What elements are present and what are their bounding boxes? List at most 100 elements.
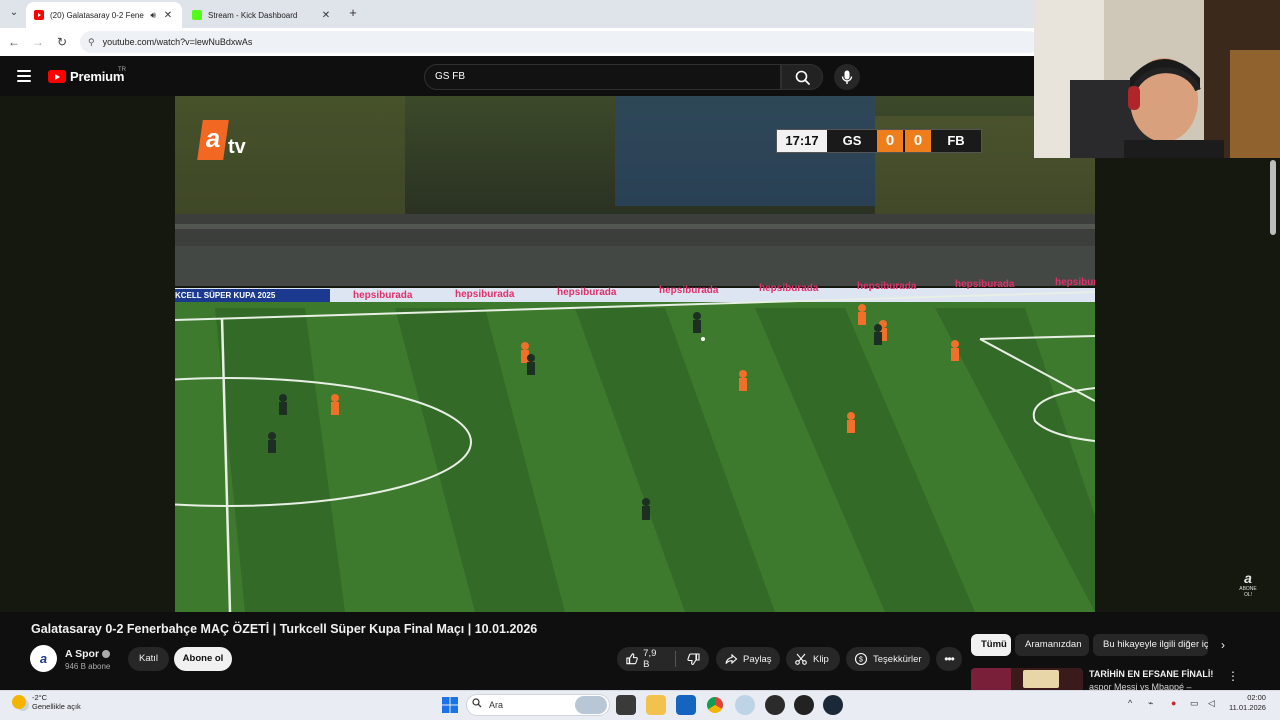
scoreboard: 17:17 GS 0 0 FB xyxy=(776,129,982,153)
close-tab-icon[interactable]: ✕ xyxy=(320,10,332,21)
tab-youtube[interactable]: (20) Galatasaray 0-2 Fenerba 🔊︎ ✕ xyxy=(26,2,182,28)
speaker-icon[interactable]: 🔊︎ xyxy=(150,10,156,21)
thanks-label: Teşekkürler xyxy=(873,653,922,665)
recommendation-subtitle: aspor Messi vs Mbappé – xyxy=(1089,682,1192,690)
share-icon xyxy=(725,653,738,665)
football-match-frame xyxy=(175,96,1095,612)
ad-board-row: KCELL SÜPER KUPA 2025 hepsiburada hepsib… xyxy=(175,277,1095,305)
partly-sunny-icon xyxy=(12,695,26,709)
webcam-overlay xyxy=(1034,0,1280,158)
tab-title: Stream - Kick Dashboard xyxy=(208,10,298,20)
subscribe-button[interactable]: Abone ol xyxy=(174,647,232,671)
youtube-favicon-icon xyxy=(34,10,44,20)
more-horizontal-icon: ••• xyxy=(944,652,955,666)
weather-widget[interactable]: -2°C Genellikle açık xyxy=(12,693,81,711)
clock-time: 02:00 xyxy=(1247,693,1266,702)
app-icon[interactable] xyxy=(794,695,814,715)
youtube-play-icon xyxy=(48,70,66,83)
tab-search-button[interactable]: ⌄ xyxy=(6,5,22,21)
kebab-menu-icon[interactable]: ⋮ xyxy=(1227,668,1239,684)
more-actions-button[interactable]: ••• xyxy=(936,647,962,671)
tab-kick-dashboard[interactable]: Stream - Kick Dashboard ✕ xyxy=(184,2,340,28)
dislike-button[interactable] xyxy=(687,652,701,666)
kick-favicon-icon xyxy=(192,10,202,20)
display-icon[interactable]: ▭ xyxy=(1190,698,1199,709)
chip-related-story[interactable]: Bu hikayeyle ilgili diğer iç xyxy=(1093,634,1208,656)
home-score: 0 xyxy=(877,130,903,152)
thumbs-up-icon xyxy=(626,653,638,665)
search-icon xyxy=(472,698,482,708)
youtube-logo[interactable]: Premium xyxy=(48,69,124,84)
atv-logo-tv: tv xyxy=(228,136,246,158)
recommendation-title[interactable]: TARİHİN EN EFSANE FİNALİ! xyxy=(1089,669,1213,679)
join-button[interactable]: Katıl xyxy=(128,647,169,671)
microphone-muted-icon[interactable]: ● xyxy=(1171,698,1176,708)
channel-name-text: A Spor xyxy=(65,648,100,660)
close-tab-icon[interactable]: ✕ xyxy=(162,10,174,21)
share-button[interactable]: Paylaş xyxy=(716,647,780,671)
network-icon[interactable]: ⌁ xyxy=(1148,698,1153,709)
address-bar[interactable]: ⚲ youtube.com/watch?v=lewNuBdxwAs xyxy=(80,31,1040,53)
search-input[interactable]: GS FB xyxy=(424,64,781,90)
chevron-right-icon[interactable]: › xyxy=(1214,636,1232,654)
channel-avatar[interactable]: a xyxy=(30,645,57,672)
ad-text: hepsiburada xyxy=(659,285,719,296)
channel-watermark[interactable]: a ABONE OL! xyxy=(1235,570,1261,598)
chevron-up-icon[interactable]: ^ xyxy=(1128,698,1132,708)
obs-icon[interactable] xyxy=(765,695,785,715)
menu-icon[interactable] xyxy=(17,70,31,82)
forward-icon[interactable]: → xyxy=(30,34,46,50)
share-label: Paylaş xyxy=(743,653,772,665)
clock-date: 11.01.2026 xyxy=(1229,703,1266,712)
scrollbar-thumb[interactable] xyxy=(1270,160,1276,235)
video-player[interactable]: KCELL SÜPER KUPA 2025 hepsiburada hepsib… xyxy=(175,96,1095,612)
steam-icon[interactable] xyxy=(823,695,843,715)
clip-label: Klip xyxy=(813,653,829,665)
reload-icon[interactable]: ↻ xyxy=(54,34,70,50)
start-button[interactable] xyxy=(440,695,460,715)
subscriber-count: 946 B abone xyxy=(65,662,111,671)
match-clock: 17:17 xyxy=(777,130,827,152)
ad-text: hepsiburada xyxy=(955,279,1015,290)
url-text: youtube.com/watch?v=lewNuBdxwAs xyxy=(102,37,253,47)
windows-taskbar xyxy=(0,690,1280,720)
system-clock[interactable]: 02:00 11.01.2026 xyxy=(1229,693,1266,713)
thumbnail-art xyxy=(971,668,1011,690)
microphone-icon xyxy=(841,70,853,84)
channel-name[interactable]: A Spor xyxy=(65,648,111,660)
settings-gear-icon[interactable] xyxy=(735,695,755,715)
chip-all[interactable]: Tümü xyxy=(971,634,1011,656)
task-view-icon[interactable] xyxy=(616,695,636,715)
video-title: Galatasaray 0-2 Fenerbahçe MAÇ ÖZETİ | T… xyxy=(31,622,538,636)
thanks-button[interactable]: $ Teşekkürler xyxy=(846,647,930,671)
new-tab-button[interactable]: + xyxy=(346,5,360,21)
store-icon[interactable] xyxy=(676,695,696,715)
chrome-icon[interactable] xyxy=(705,695,725,715)
ad-text: hepsiburada xyxy=(1055,277,1095,288)
volume-icon[interactable]: ◁ xyxy=(1208,698,1215,709)
like-divider xyxy=(675,651,676,667)
search-button[interactable] xyxy=(781,64,823,90)
page-scrollbar[interactable] xyxy=(1270,160,1276,610)
weather-description: Genellikle açık xyxy=(32,702,81,711)
ad-board-left: KCELL SÜPER KUPA 2025 xyxy=(175,291,276,300)
ad-text: hepsiburada xyxy=(857,281,917,292)
voice-search-button[interactable] xyxy=(834,64,860,90)
region-code: TR xyxy=(118,67,126,73)
ad-text: hepsiburada xyxy=(455,289,515,300)
file-explorer-icon[interactable] xyxy=(646,695,666,715)
recommendation-thumbnail[interactable] xyxy=(971,668,1083,690)
site-info-icon[interactable]: ⚲ xyxy=(88,37,95,48)
windows-logo-icon xyxy=(442,697,458,713)
home-team: GS xyxy=(827,130,877,152)
chip-from-search[interactable]: Aramanızdan xyxy=(1015,634,1089,656)
clip-button[interactable]: Klip xyxy=(786,647,840,671)
like-button[interactable]: 7,9 B xyxy=(625,648,664,670)
streamer-webcam xyxy=(1034,0,1280,158)
svg-text:$: $ xyxy=(859,657,863,664)
like-count: 7,9 B xyxy=(643,648,657,670)
watermark-text: ABONE OL! xyxy=(1239,586,1257,598)
back-icon[interactable]: ← xyxy=(6,34,22,50)
away-score: 0 xyxy=(905,130,931,152)
scissors-icon xyxy=(795,653,807,665)
